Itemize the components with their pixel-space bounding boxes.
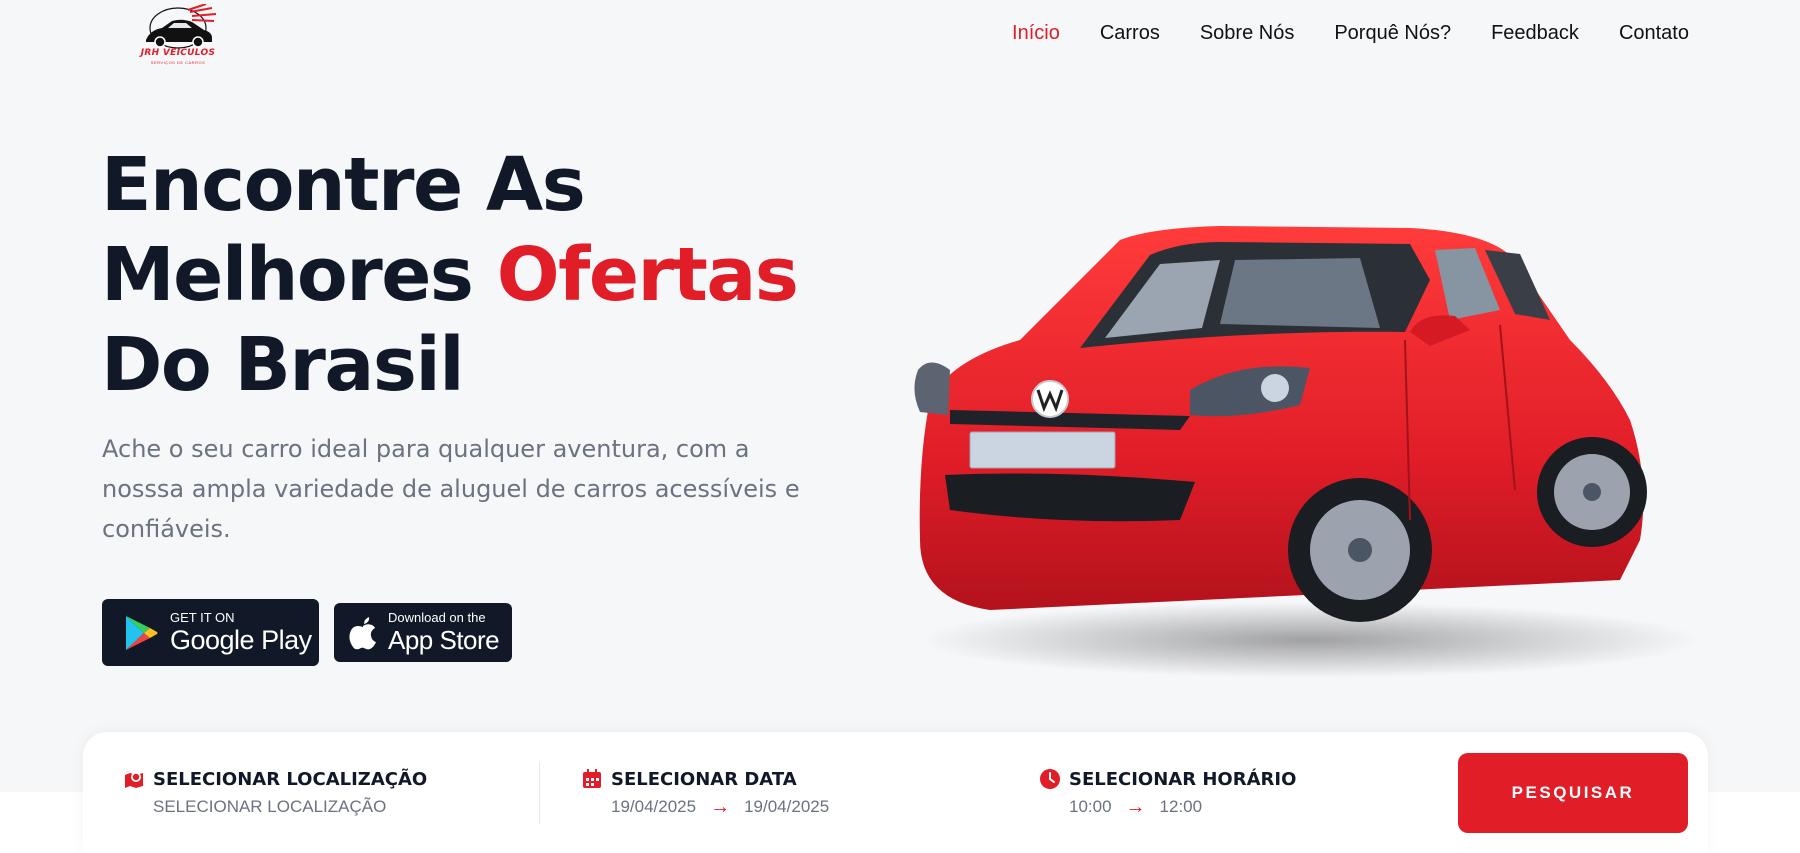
nav-item-inicio[interactable]: Início — [1012, 22, 1060, 45]
time-title: SELECIONAR HORÁRIO — [1069, 768, 1297, 790]
date-start: 19/04/2025 — [611, 797, 697, 816]
app-store-label: App Store — [388, 624, 500, 655]
headline-line-1: Encontre As — [101, 142, 586, 228]
apple-icon — [349, 616, 376, 649]
nav-item-contato[interactable]: Contato — [1619, 22, 1689, 45]
map-pin-icon — [125, 772, 143, 788]
headline-line-2a: Melhores — [101, 232, 474, 318]
google-play-button[interactable]: GET IT ON Google Play — [102, 599, 319, 666]
headline-line-3: Do Brasil — [101, 322, 465, 408]
nav-item-porque-nos[interactable]: Porquê Nós? — [1334, 22, 1451, 45]
calendar-icon — [583, 769, 601, 788]
nav-item-sobre-nos[interactable]: Sobre Nós — [1200, 22, 1295, 45]
date-field[interactable]: SELECIONAR DATA 19/04/2025 → 19/04/2025 — [581, 768, 829, 817]
arrow-right-icon: → — [710, 795, 731, 818]
headline-accent: Ofertas — [496, 232, 799, 318]
main-nav: Início Carros Sobre Nós Porquê Nós? Feed… — [1012, 22, 1689, 45]
car-logo-icon — [146, 3, 217, 49]
nav-item-feedback[interactable]: Feedback — [1491, 22, 1579, 45]
nav-item-carros[interactable]: Carros — [1100, 22, 1160, 45]
location-field[interactable]: SELECIONAR LOCALIZAÇÃO SELECIONAR LOCALI… — [123, 768, 427, 817]
time-field[interactable]: SELECIONAR HORÁRIO 10:00 → 12:00 — [1039, 768, 1296, 817]
app-store-button[interactable]: Download on the App Store — [334, 603, 512, 662]
time-end: 12:00 — [1159, 797, 1203, 816]
location-value: SELECIONAR LOCALIZAÇÃO — [153, 797, 387, 816]
hero-headline: Encontre As Melhores Ofertas Do Brasil — [101, 140, 861, 410]
brand-tagline: SERVIÇOS DE CARROS — [150, 60, 206, 65]
brand-name: JRH VEICULOS — [140, 48, 216, 58]
hero-subtitle: Ache o seu carro ideal para qualquer ave… — [102, 435, 800, 543]
arrow-right-icon: → — [1125, 795, 1146, 818]
time-start: 10:00 — [1069, 797, 1112, 816]
field-divider — [539, 762, 540, 824]
google-play-label: Google Play — [170, 624, 312, 655]
date-end: 19/04/2025 — [744, 797, 830, 816]
google-play-small-label: GET IT ON — [170, 609, 235, 625]
brand-logo[interactable]: JRH VEICULOS SERVIÇOS DE CARROS — [128, 3, 228, 68]
hero-car-image — [914, 226, 1700, 678]
clock-icon — [1040, 769, 1060, 789]
search-card: SELECIONAR LOCALIZAÇÃO SELECIONAR LOCALI… — [83, 732, 1708, 853]
search-button[interactable]: PESQUISAR — [1458, 753, 1688, 833]
google-play-icon — [126, 615, 158, 650]
app-store-small-label: Download on the — [388, 609, 486, 625]
location-title: SELECIONAR LOCALIZAÇÃO — [153, 768, 428, 790]
date-title: SELECIONAR DATA — [611, 768, 797, 790]
